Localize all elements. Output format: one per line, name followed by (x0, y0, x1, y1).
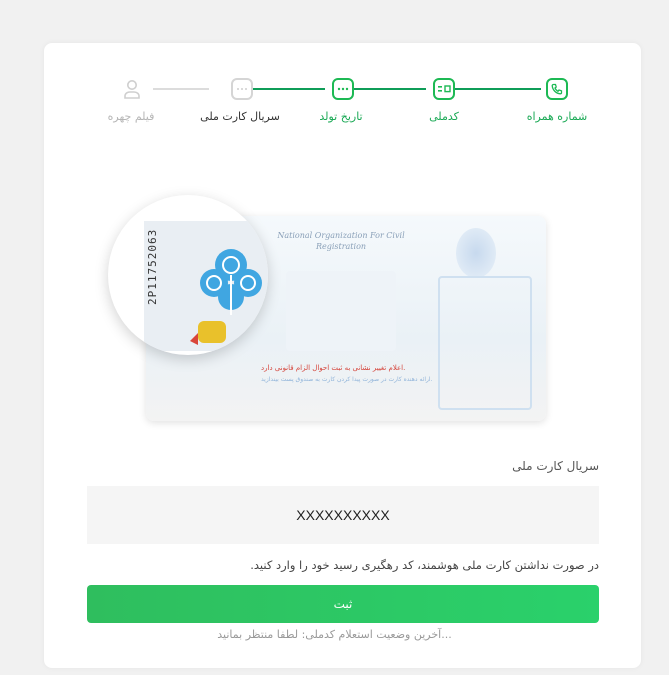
step-connector (455, 88, 541, 90)
card-photo-area (286, 271, 396, 351)
step-connector (253, 88, 325, 90)
serial-input[interactable]: XXXXXXXXXX (87, 486, 599, 544)
calendar-dots-icon (332, 78, 354, 100)
step-label-birth-date: تاریخ تولد (319, 110, 363, 123)
emblem-icon (456, 228, 496, 278)
id-card-icon (433, 78, 455, 100)
submit-button[interactable]: ثبت (87, 585, 599, 623)
phone-icon (546, 78, 568, 100)
serial-magnifier: 2P11752063 (108, 195, 268, 355)
step-connector (153, 88, 209, 90)
chip-icon (190, 321, 226, 345)
card-blue-text: ارائه دهنده کارت در صورت پیدا کردن کارت … (261, 376, 433, 383)
step-label-face-video: فیلم چهره (107, 110, 155, 123)
user-icon (121, 78, 143, 100)
step-label-card-serial: سریال کارت ملی (200, 110, 280, 123)
step-label-phone: شماره همراه (526, 110, 588, 123)
tower-illustration (438, 276, 532, 410)
flower-emblem-icon (200, 249, 262, 315)
dots-icon (231, 78, 253, 100)
inquiry-status-text: ...آخرین وضعیت استعلام کدملی: لطفا منتظر… (217, 628, 452, 641)
progress-stepper: فیلم چهره سریال کارت ملی تاریخ تولد کدمل… (0, 78, 669, 138)
card-serial-text: 2P11752063 (146, 228, 159, 305)
card-red-text: اعلام تغییر نشانی به ثبت احوال الزام قان… (261, 364, 406, 372)
card-english-text: National Organization For Civil Registra… (277, 231, 405, 251)
step-label-national-code: کدملی (429, 110, 459, 123)
serial-field-label: سریال کارت ملی (512, 459, 599, 473)
tracking-code-hint: در صورت نداشتن کارت ملی هوشمند، کد رهگیر… (250, 558, 599, 572)
step-connector (354, 88, 426, 90)
